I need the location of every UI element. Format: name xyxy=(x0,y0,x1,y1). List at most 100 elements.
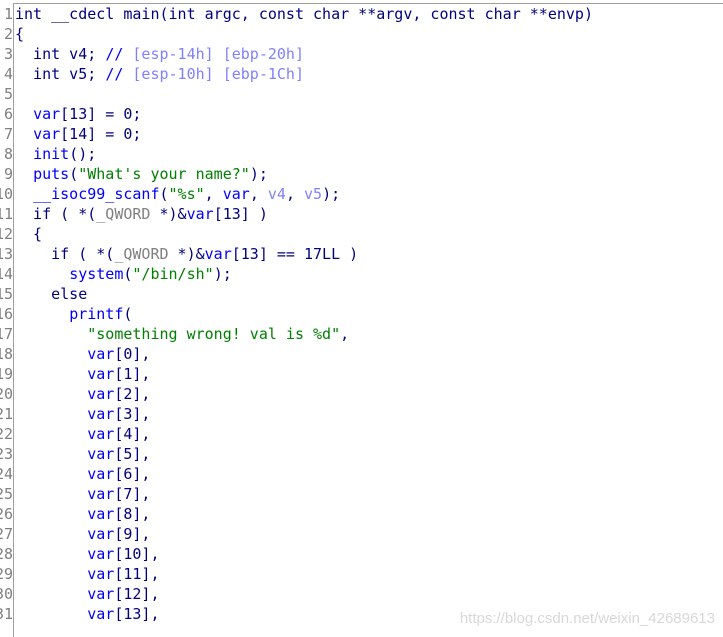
code-token: [4], xyxy=(114,425,151,443)
line-number: 8 xyxy=(3,145,13,163)
code-line[interactable]: { xyxy=(15,224,593,244)
code-token: var xyxy=(87,505,115,523)
code-line[interactable]: { xyxy=(15,24,593,44)
line-number: 31 xyxy=(0,605,13,623)
code-token: (); xyxy=(69,145,97,163)
code-token: [7], xyxy=(114,485,151,503)
code-line[interactable]: puts("What's your name?"); xyxy=(15,164,593,184)
code-line[interactable]: var[5], xyxy=(15,444,593,464)
code-line[interactable]: var[11], xyxy=(15,564,593,584)
code-line[interactable]: var[13] = 0; xyxy=(15,104,593,124)
code-token: [11], xyxy=(114,565,160,583)
code-token: [13] = 0; xyxy=(60,105,142,123)
code-line[interactable]: if ( *(_QWORD *)&var[13] ) xyxy=(15,204,593,224)
code-token: "something wrong! val is %d" xyxy=(87,325,341,343)
code-token: // xyxy=(105,45,133,63)
code-line[interactable]: var[4], xyxy=(15,424,593,444)
code-token: [10], xyxy=(114,545,160,563)
code-line[interactable]: init(); xyxy=(15,144,593,164)
code-token: if ( *( xyxy=(15,205,97,223)
code-token: *)& xyxy=(168,245,205,263)
code-line[interactable]: var[8], xyxy=(15,504,593,524)
code-token: var xyxy=(87,525,115,543)
code-token: v5 xyxy=(304,185,323,203)
line-number: 10 xyxy=(0,185,13,203)
code-token: "/bin/sh" xyxy=(132,265,214,283)
code-token: var xyxy=(87,445,115,463)
code-token: ); xyxy=(213,265,232,283)
line-number: 28 xyxy=(0,545,13,563)
line-number: 15 xyxy=(0,285,13,303)
code-line[interactable]: var[3], xyxy=(15,404,593,424)
code-line[interactable]: var[1], xyxy=(15,364,593,384)
line-number: 21 xyxy=(0,405,13,423)
code-line[interactable]: else xyxy=(15,284,593,304)
code-line[interactable]: var[9], xyxy=(15,524,593,544)
code-token: var xyxy=(87,465,115,483)
code-line[interactable]: system("/bin/sh"); xyxy=(15,264,593,284)
line-number: 30 xyxy=(0,585,13,603)
code-line[interactable]: var[7], xyxy=(15,484,593,504)
line-number: 1 xyxy=(3,5,13,23)
line-number: 22 xyxy=(0,425,13,443)
code-token: var xyxy=(87,565,115,583)
code-token: var xyxy=(87,365,115,383)
code-area[interactable]: int __cdecl main(int argc, const char **… xyxy=(15,4,593,624)
code-token: *)& xyxy=(150,205,187,223)
code-line[interactable]: var[10], xyxy=(15,544,593,564)
code-line[interactable]: "something wrong! val is %d", xyxy=(15,324,593,344)
code-token: var xyxy=(33,125,61,143)
code-token: , xyxy=(285,185,304,203)
code-token: _QWORD xyxy=(114,245,169,263)
line-number: 6 xyxy=(3,105,13,123)
line-number: 2 xyxy=(3,25,13,43)
code-token: if ( *( xyxy=(15,245,115,263)
code-line[interactable]: var[6], xyxy=(15,464,593,484)
code-line[interactable]: var[12], xyxy=(15,584,593,604)
code-token: var xyxy=(186,205,214,223)
code-line[interactable]: int __cdecl main(int argc, const char **… xyxy=(15,4,593,24)
line-number: 18 xyxy=(0,345,13,363)
code-token: _QWORD xyxy=(96,205,151,223)
code-line[interactable]: if ( *(_QWORD *)&var[13] == 17LL ) xyxy=(15,244,593,264)
code-token: int v4; xyxy=(15,45,106,63)
code-line[interactable]: var[14] = 0; xyxy=(15,124,593,144)
code-token: var xyxy=(87,385,115,403)
code-line[interactable]: int v5; // [esp-10h] [ebp-1Ch] xyxy=(15,64,593,84)
line-number: 19 xyxy=(0,365,13,383)
code-token: ( xyxy=(123,305,133,323)
code-token: "What's your name?" xyxy=(78,165,250,183)
line-number: 20 xyxy=(0,385,13,403)
line-number: 9 xyxy=(3,165,13,183)
code-token: var xyxy=(87,545,115,563)
code-line[interactable]: __isoc99_scanf("%s", var, v4, v5); xyxy=(15,184,593,204)
code-token: var xyxy=(204,245,232,263)
code-line[interactable] xyxy=(15,84,593,104)
code-token: [2], xyxy=(114,385,151,403)
code-line[interactable]: printf( xyxy=(15,304,593,324)
code-line[interactable]: int v4; // [esp-14h] [ebp-20h] xyxy=(15,44,593,64)
line-number: 13 xyxy=(0,245,13,263)
code-token: [5], xyxy=(114,445,151,463)
code-token: init xyxy=(33,145,70,163)
code-token: ( xyxy=(159,185,169,203)
code-line[interactable]: var[2], xyxy=(15,384,593,404)
line-number-gutter: 1234567891011121314151617181920212223242… xyxy=(0,4,13,624)
code-token: var xyxy=(87,345,115,363)
code-token: // xyxy=(105,65,133,83)
code-token: var xyxy=(87,405,115,423)
line-number: 24 xyxy=(0,465,13,483)
code-token: { xyxy=(15,25,25,43)
code-line[interactable]: var[0], xyxy=(15,344,593,364)
